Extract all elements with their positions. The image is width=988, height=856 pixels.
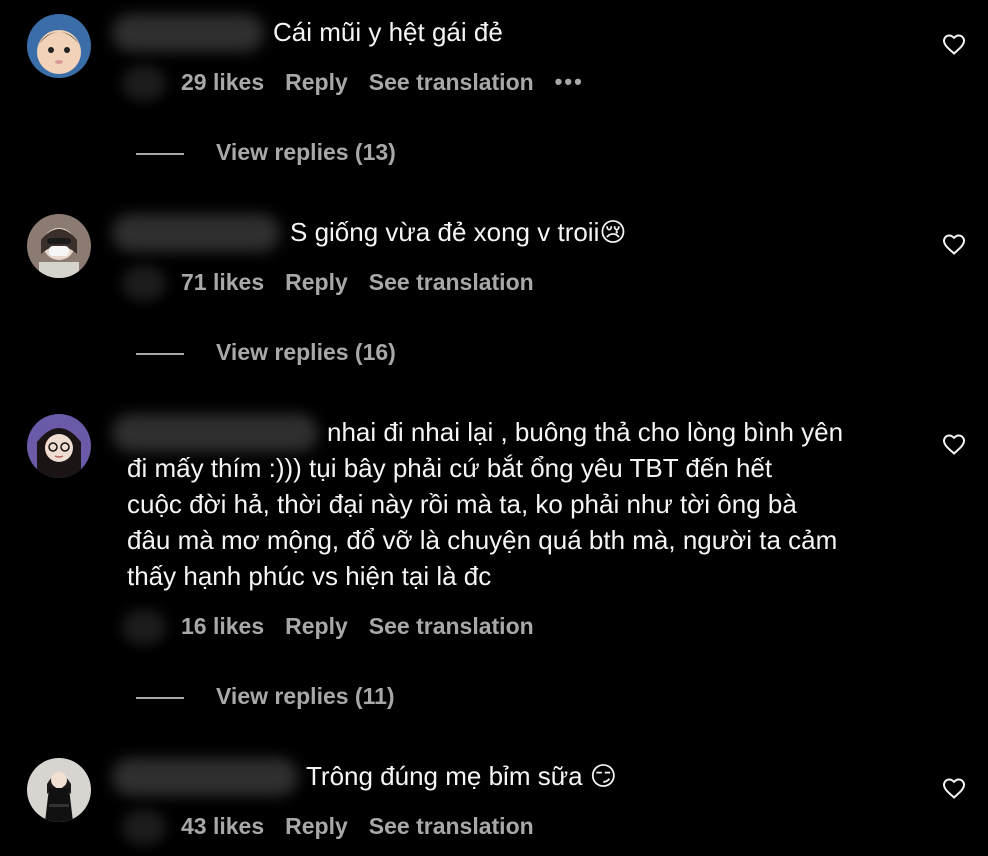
reply-button[interactable]: Reply [285, 613, 348, 639]
blurred-meta [122, 266, 166, 300]
view-replies-label: View replies (13) [216, 139, 396, 165]
blurred-username[interactable] [112, 214, 280, 252]
more-options-icon[interactable]: ••• [555, 67, 584, 97]
likes-count[interactable]: 71 likes [181, 269, 264, 295]
avatar-glasses-icon[interactable] [27, 414, 91, 478]
avatar-mask-icon[interactable] [27, 214, 91, 278]
blurred-username[interactable] [112, 758, 298, 796]
likes-count[interactable]: 43 likes [181, 813, 264, 839]
replies-divider [136, 696, 184, 699]
heart-icon[interactable] [942, 33, 966, 55]
heart-icon[interactable] [942, 433, 966, 455]
blurred-meta [122, 66, 166, 100]
replies-divider [136, 352, 184, 355]
comment-text: S giống vừa đẻ xong v troii😢 [290, 217, 627, 247]
see-translation-link[interactable]: See translation [369, 813, 534, 839]
blurred-username[interactable] [112, 14, 264, 52]
likes-count[interactable]: 16 likes [181, 613, 264, 639]
comment-text: Trông đúng mẹ bỉm sữa 😏 [306, 761, 617, 791]
view-replies-button[interactable]: View replies (16) [136, 337, 396, 367]
view-replies-button[interactable]: View replies (11) [136, 681, 395, 711]
comment-text: Cái mũi y hệt gái đẻ [273, 17, 503, 47]
comment-meta: 16 likes Reply See translation [181, 611, 555, 641]
view-replies-button[interactable]: View replies (13) [136, 137, 396, 167]
view-replies-label: View replies (11) [216, 683, 395, 709]
blurred-meta [122, 610, 166, 644]
blurred-meta [122, 810, 166, 844]
comment-text: nhai đi nhai lại , buông thả cho lòng bì… [127, 417, 844, 591]
replies-divider [136, 152, 184, 155]
comment-meta: 71 likes Reply See translation [181, 267, 555, 297]
see-translation-link[interactable]: See translation [369, 269, 534, 295]
see-translation-link[interactable]: See translation [369, 613, 534, 639]
likes-count[interactable]: 29 likes [181, 69, 264, 95]
avatar-baby-icon[interactable] [27, 14, 91, 78]
reply-button[interactable]: Reply [285, 813, 348, 839]
reply-button[interactable]: Reply [285, 269, 348, 295]
heart-icon[interactable] [942, 233, 966, 255]
reply-button[interactable]: Reply [285, 69, 348, 95]
comment-meta: 43 likes Reply See translation [181, 811, 555, 841]
avatar-dress-icon[interactable] [27, 758, 91, 822]
comment-meta: 29 likes Reply See translation ••• [181, 67, 605, 97]
see-translation-link[interactable]: See translation [369, 69, 534, 95]
heart-icon[interactable] [942, 777, 966, 799]
view-replies-label: View replies (16) [216, 339, 396, 365]
